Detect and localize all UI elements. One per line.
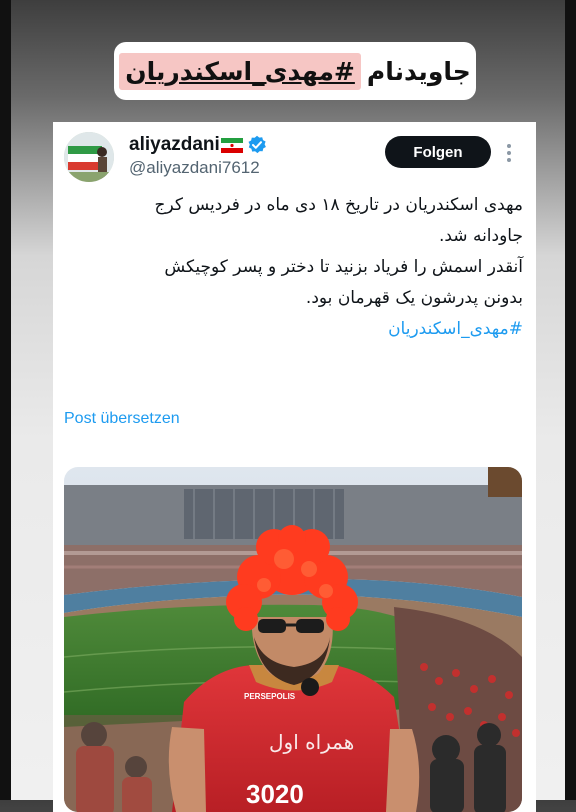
user-handle[interactable]: @aliyazdani7612 xyxy=(129,158,260,178)
shirt-number-text: 3020 xyxy=(246,779,304,809)
verified-badge-icon xyxy=(248,135,266,154)
story-hashtag-sticker[interactable]: جاویدنام #مهدی_اسکندریان xyxy=(114,42,476,100)
tweet-text-line: بدونن پدرشون یک قهرمان بود. xyxy=(305,288,523,308)
tweet-hashtag-link[interactable]: #مهدی_اسکندریان xyxy=(63,314,523,345)
iran-flag-icon xyxy=(221,138,243,153)
left-frame-edge xyxy=(0,0,11,800)
translate-post-link[interactable]: Post übersetzen xyxy=(64,410,180,428)
tweet-card[interactable]: aliyazdani @aliyazdani7612 Folgen مهدی ا… xyxy=(53,122,536,812)
display-name[interactable]: aliyazdani xyxy=(129,134,220,156)
tweet-text-line: آنقدر اسمش را فریاد بزنید تا دختر و پسر … xyxy=(164,257,523,277)
story-hashtag-prefix: جاویدنام xyxy=(366,56,471,86)
shirt-brand-text: PERSEPOLIS xyxy=(244,692,296,701)
avatar[interactable] xyxy=(64,132,114,182)
tweet-text: مهدی اسکندریان در تاریخ ۱۸ دی ماه در فرد… xyxy=(63,190,523,345)
more-options-icon[interactable] xyxy=(505,142,513,164)
right-frame-edge xyxy=(565,0,576,800)
tweet-photo[interactable]: PERSEPOLIS همراه اول 3020 xyxy=(64,467,522,812)
tweet-text-line: مهدی اسکندریان در تاریخ ۱۸ دی ماه در فرد… xyxy=(154,195,523,215)
shirt-sponsor-text: همراه اول xyxy=(269,730,354,754)
follow-button[interactable]: Folgen xyxy=(385,136,491,168)
story-hashtag-highlighted[interactable]: #مهدی_اسکندریان xyxy=(119,52,361,90)
stadium-photo: PERSEPOLIS همراه اول 3020 xyxy=(64,467,522,812)
tweet-text-line: جاودانه شد. xyxy=(438,226,523,246)
